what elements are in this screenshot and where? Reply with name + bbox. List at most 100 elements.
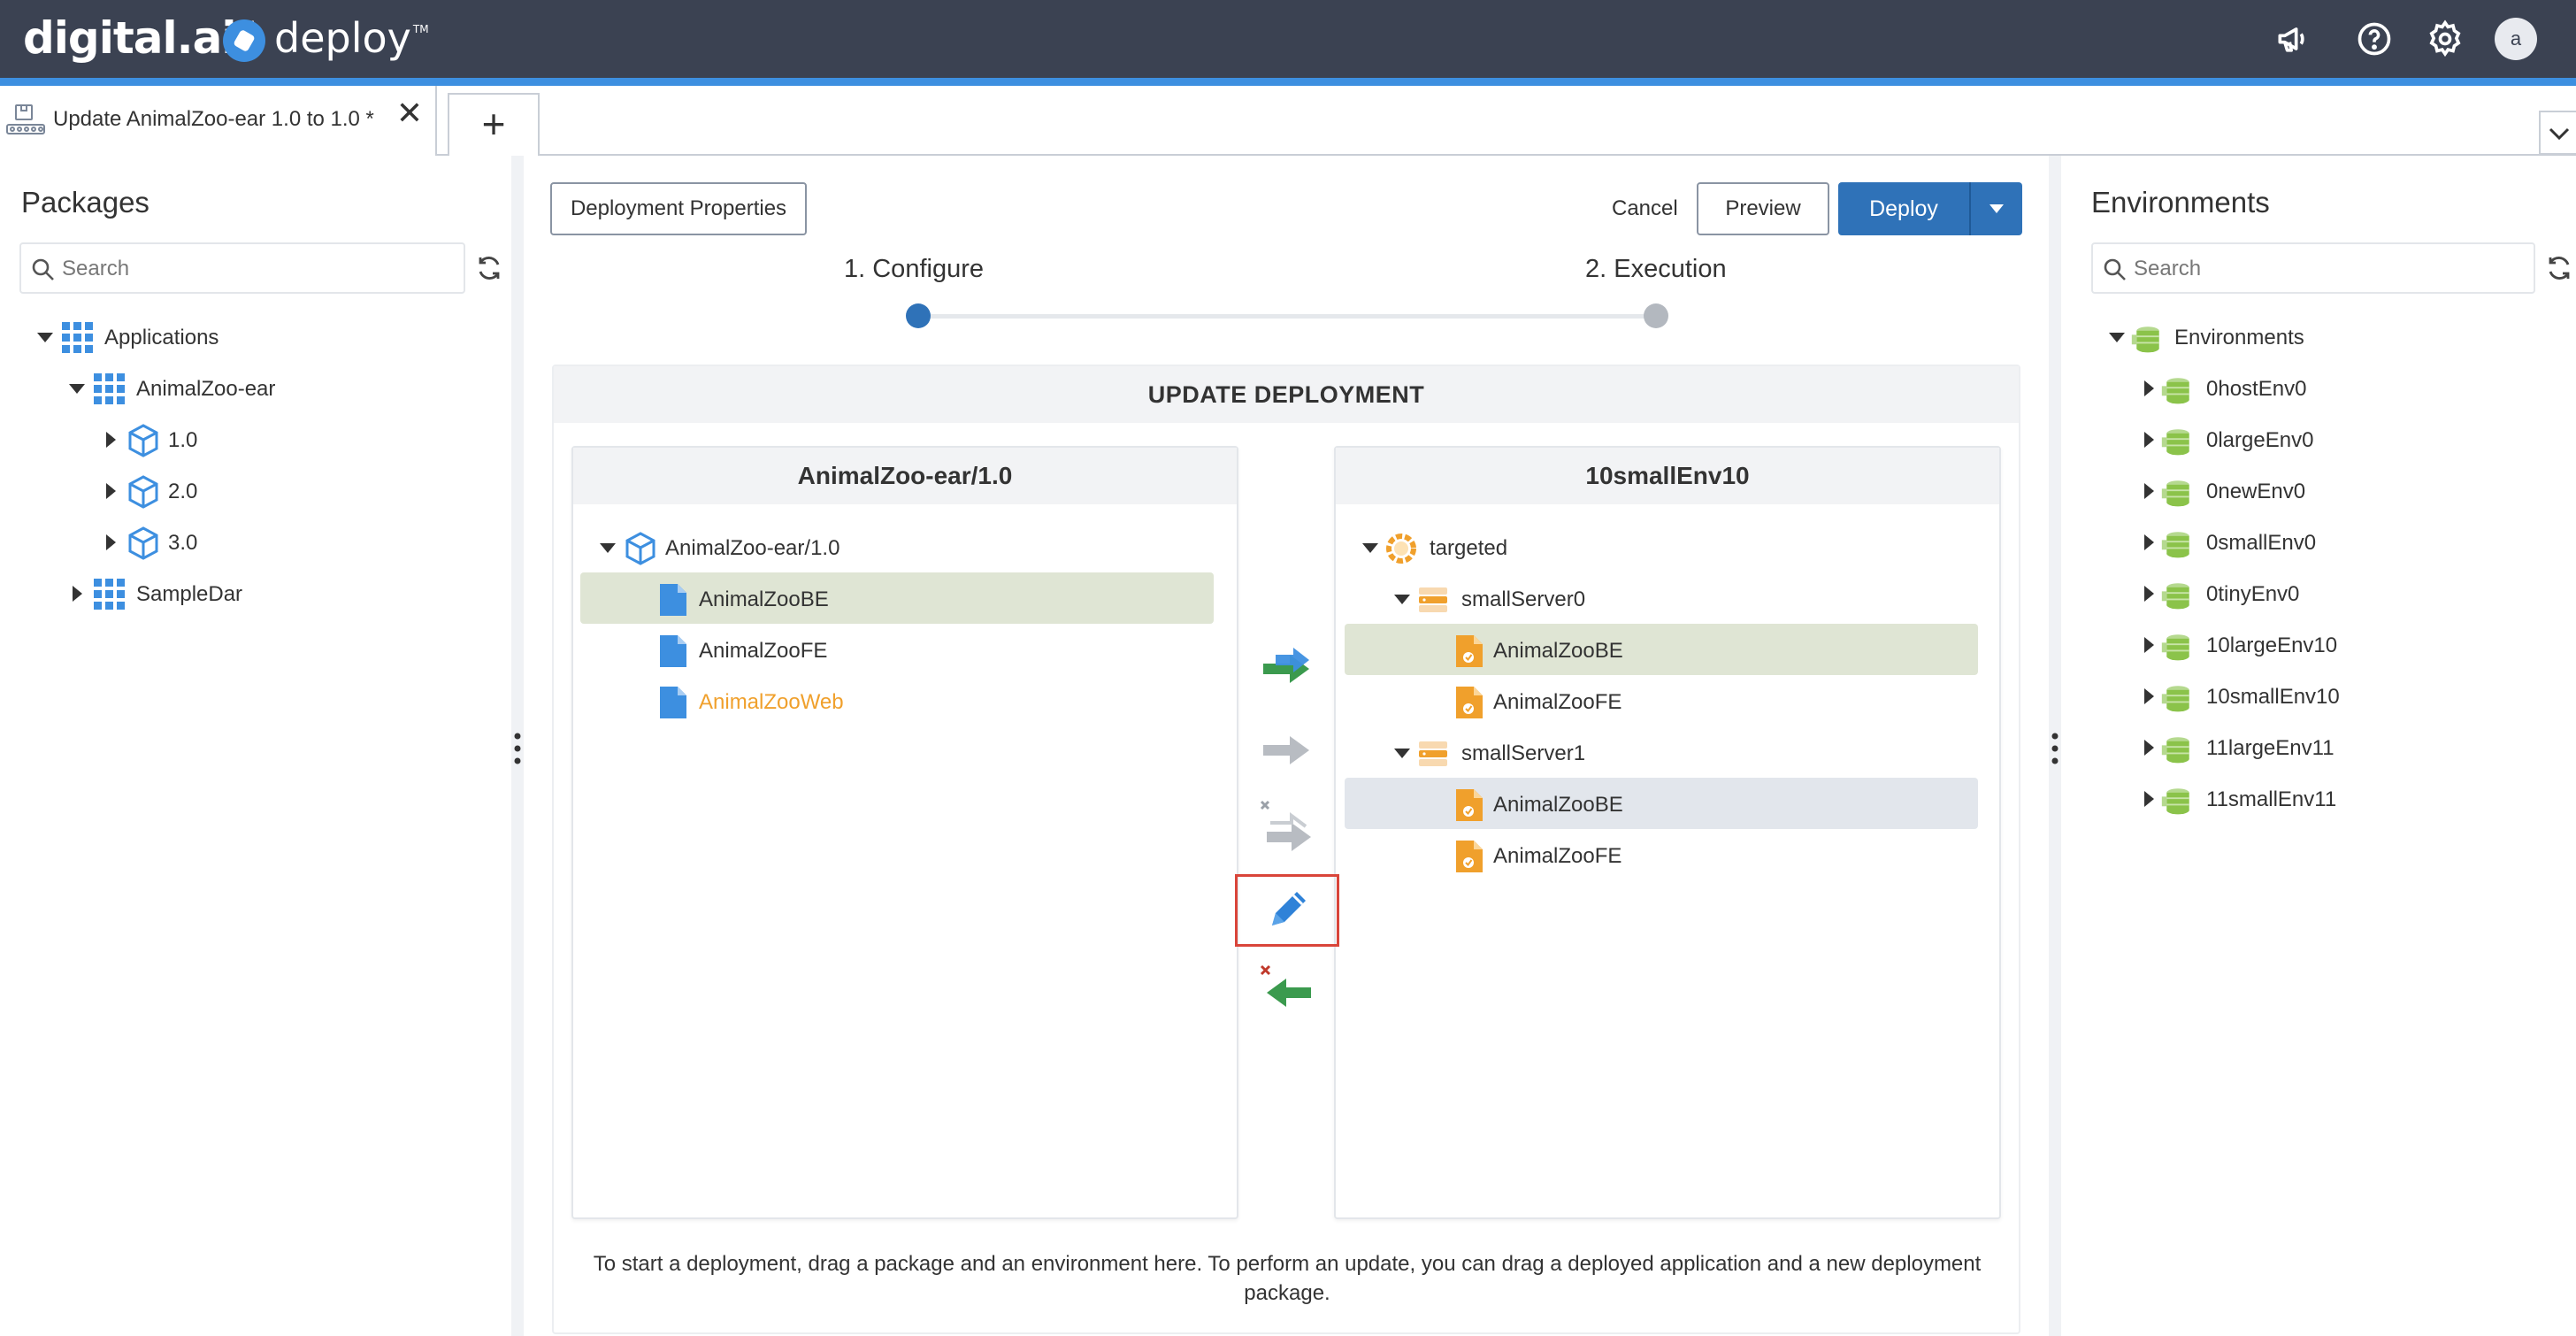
tree-label: 0largeEnv0 [2206, 428, 2314, 452]
digital-ai-logo[interactable]: digital.aiTM [23, 12, 255, 64]
package-cube-icon [128, 424, 158, 457]
caret-right-icon[interactable] [101, 481, 120, 501]
unmap-all-icon[interactable] [1260, 800, 1316, 856]
environment-node[interactable]: 11largeEnv11 [2139, 726, 2546, 770]
caret-right-icon[interactable] [101, 430, 120, 449]
caret-down-icon[interactable] [2107, 327, 2127, 347]
caret-down-icon[interactable] [1392, 589, 1412, 609]
environments-search-input[interactable] [2134, 253, 2311, 285]
server-node[interactable]: smallServer1 [1392, 731, 1976, 775]
tree-label: Environments [2174, 326, 2304, 349]
tree-node-animalzoo-ear[interactable]: AnimalZoo-ear [67, 366, 456, 411]
package-item[interactable]: AnimalZooFE [655, 628, 1185, 672]
tree-node-version[interactable]: 2.0 [101, 469, 455, 513]
packages-search-input[interactable] [62, 253, 239, 285]
caret-right-icon[interactable] [2139, 533, 2158, 552]
drag-handle-icon [514, 733, 521, 764]
tree-node-version[interactable]: 1.0 [101, 418, 455, 462]
environment-node[interactable]: 0newEnv0 [2139, 469, 2546, 513]
megaphone-icon[interactable] [2273, 19, 2312, 58]
deploy-logo-icon [223, 19, 265, 62]
caret-down-icon[interactable] [1392, 743, 1412, 763]
file-icon [660, 687, 686, 718]
caret-right-icon[interactable] [2139, 379, 2158, 398]
server-icon [1419, 587, 1447, 612]
tree-label: AnimalZooBE [1493, 793, 1623, 817]
caret-down-icon[interactable] [1361, 538, 1380, 557]
environment-node[interactable]: 0tinyEnv0 [2139, 572, 2546, 616]
environment-node[interactable]: 0largeEnv0 [2139, 418, 2546, 462]
deployment-properties-button[interactable]: Deployment Properties [550, 182, 807, 235]
caret-right-icon[interactable] [2139, 635, 2158, 655]
caret-down-icon[interactable] [67, 379, 87, 398]
caret-right-icon[interactable] [67, 584, 87, 603]
drag-handle-icon [2051, 733, 2058, 764]
caret-right-icon[interactable] [2139, 789, 2158, 809]
caret-right-icon[interactable] [2139, 481, 2158, 501]
step-configure-dot[interactable] [906, 303, 931, 328]
deployed-item[interactable]: AnimalZooFE [1451, 680, 1964, 724]
package-item[interactable]: AnimalZooBE [655, 577, 1185, 621]
package-root-node[interactable]: AnimalZoo-ear/1.0 [598, 526, 1217, 570]
tree-label: AnimalZooBE [1493, 639, 1623, 663]
tree-label: AnimalZooBE [699, 587, 829, 611]
environment-node[interactable]: 0hostEnv0 [2139, 366, 2546, 411]
tree-node-environments[interactable]: Environments [2107, 315, 2549, 359]
caret-down-icon[interactable] [598, 538, 617, 557]
settings-icon[interactable] [2426, 19, 2465, 58]
refresh-icon[interactable] [2544, 253, 2574, 283]
tree-node-applications[interactable]: Applications [35, 315, 460, 359]
map-all-icon[interactable] [1260, 722, 1316, 779]
add-tab-button[interactable]: + [448, 93, 540, 156]
deployed-item[interactable]: AnimalZooFE [1451, 833, 1964, 878]
refresh-icon[interactable] [474, 253, 504, 283]
caret-right-icon[interactable] [101, 533, 120, 552]
step-progress-line [918, 314, 1656, 319]
deploy-options-button[interactable] [1969, 182, 2022, 235]
package-item[interactable]: AnimalZooWeb [655, 680, 1185, 724]
environment-node[interactable]: 11smallEnv11 [2139, 777, 2546, 821]
caret-right-icon[interactable] [2139, 738, 2158, 757]
server-node[interactable]: smallServer0 [1392, 577, 1976, 621]
caret-right-icon[interactable] [2139, 687, 2158, 706]
deployed-file-icon [1456, 635, 1483, 667]
preview-button[interactable]: Preview [1697, 182, 1829, 235]
step-execution-label: 2. Execution [1585, 255, 1727, 283]
caret-right-icon[interactable] [2139, 584, 2158, 603]
deploy-button[interactable]: Deploy [1838, 182, 1969, 235]
environment-node[interactable]: 10largeEnv10 [2139, 623, 2546, 667]
tab-update-deployment[interactable]: Update AnimalZoo-ear 1.0 to 1.0 * ✕ [0, 86, 437, 156]
environment-node[interactable]: 0smallEnv0 [2139, 520, 2546, 564]
environment-icon [2161, 378, 2189, 404]
deployed-item[interactable]: AnimalZooBE [1451, 782, 1964, 826]
deployed-item[interactable]: AnimalZooBE [1451, 628, 1964, 672]
tree-label: 0tinyEnv0 [2206, 582, 2300, 606]
help-icon[interactable] [2355, 19, 2394, 58]
packages-search-field[interactable] [19, 242, 465, 294]
tree-label: AnimalZooFE [1493, 844, 1622, 868]
user-avatar[interactable]: a [2495, 18, 2537, 60]
edit-icon[interactable] [1260, 883, 1316, 940]
remove-icon[interactable] [1260, 964, 1316, 1021]
environment-node[interactable]: 10smallEnv10 [2139, 674, 2546, 718]
right-panel-resizer[interactable] [2049, 156, 2061, 1336]
tree-label: AnimalZooFE [699, 639, 828, 663]
tree-label: AnimalZoo-ear/1.0 [665, 536, 840, 560]
caret-down-icon[interactable] [35, 327, 55, 347]
map-selected-icon[interactable] [1260, 641, 1316, 697]
left-panel-resizer[interactable] [511, 156, 524, 1336]
tab-close-icon[interactable]: ✕ [395, 97, 425, 129]
tree-label: Applications [104, 326, 219, 349]
tree-node-sampledar[interactable]: SampleDar [67, 572, 456, 616]
search-icon [32, 258, 54, 280]
environments-search-field[interactable] [2091, 242, 2535, 294]
tree-node-version[interactable]: 3.0 [101, 520, 455, 564]
step-execution-dot[interactable] [1644, 303, 1668, 328]
cancel-button[interactable]: Cancel [1612, 196, 1678, 221]
tab-list-button[interactable] [2539, 111, 2576, 155]
environment-icon [2161, 686, 2189, 712]
environment-icon [2161, 583, 2189, 610]
environment-root-node[interactable]: targeted [1361, 526, 1980, 570]
tab-title: Update AnimalZoo-ear 1.0 to 1.0 * [53, 107, 374, 131]
caret-right-icon[interactable] [2139, 430, 2158, 449]
